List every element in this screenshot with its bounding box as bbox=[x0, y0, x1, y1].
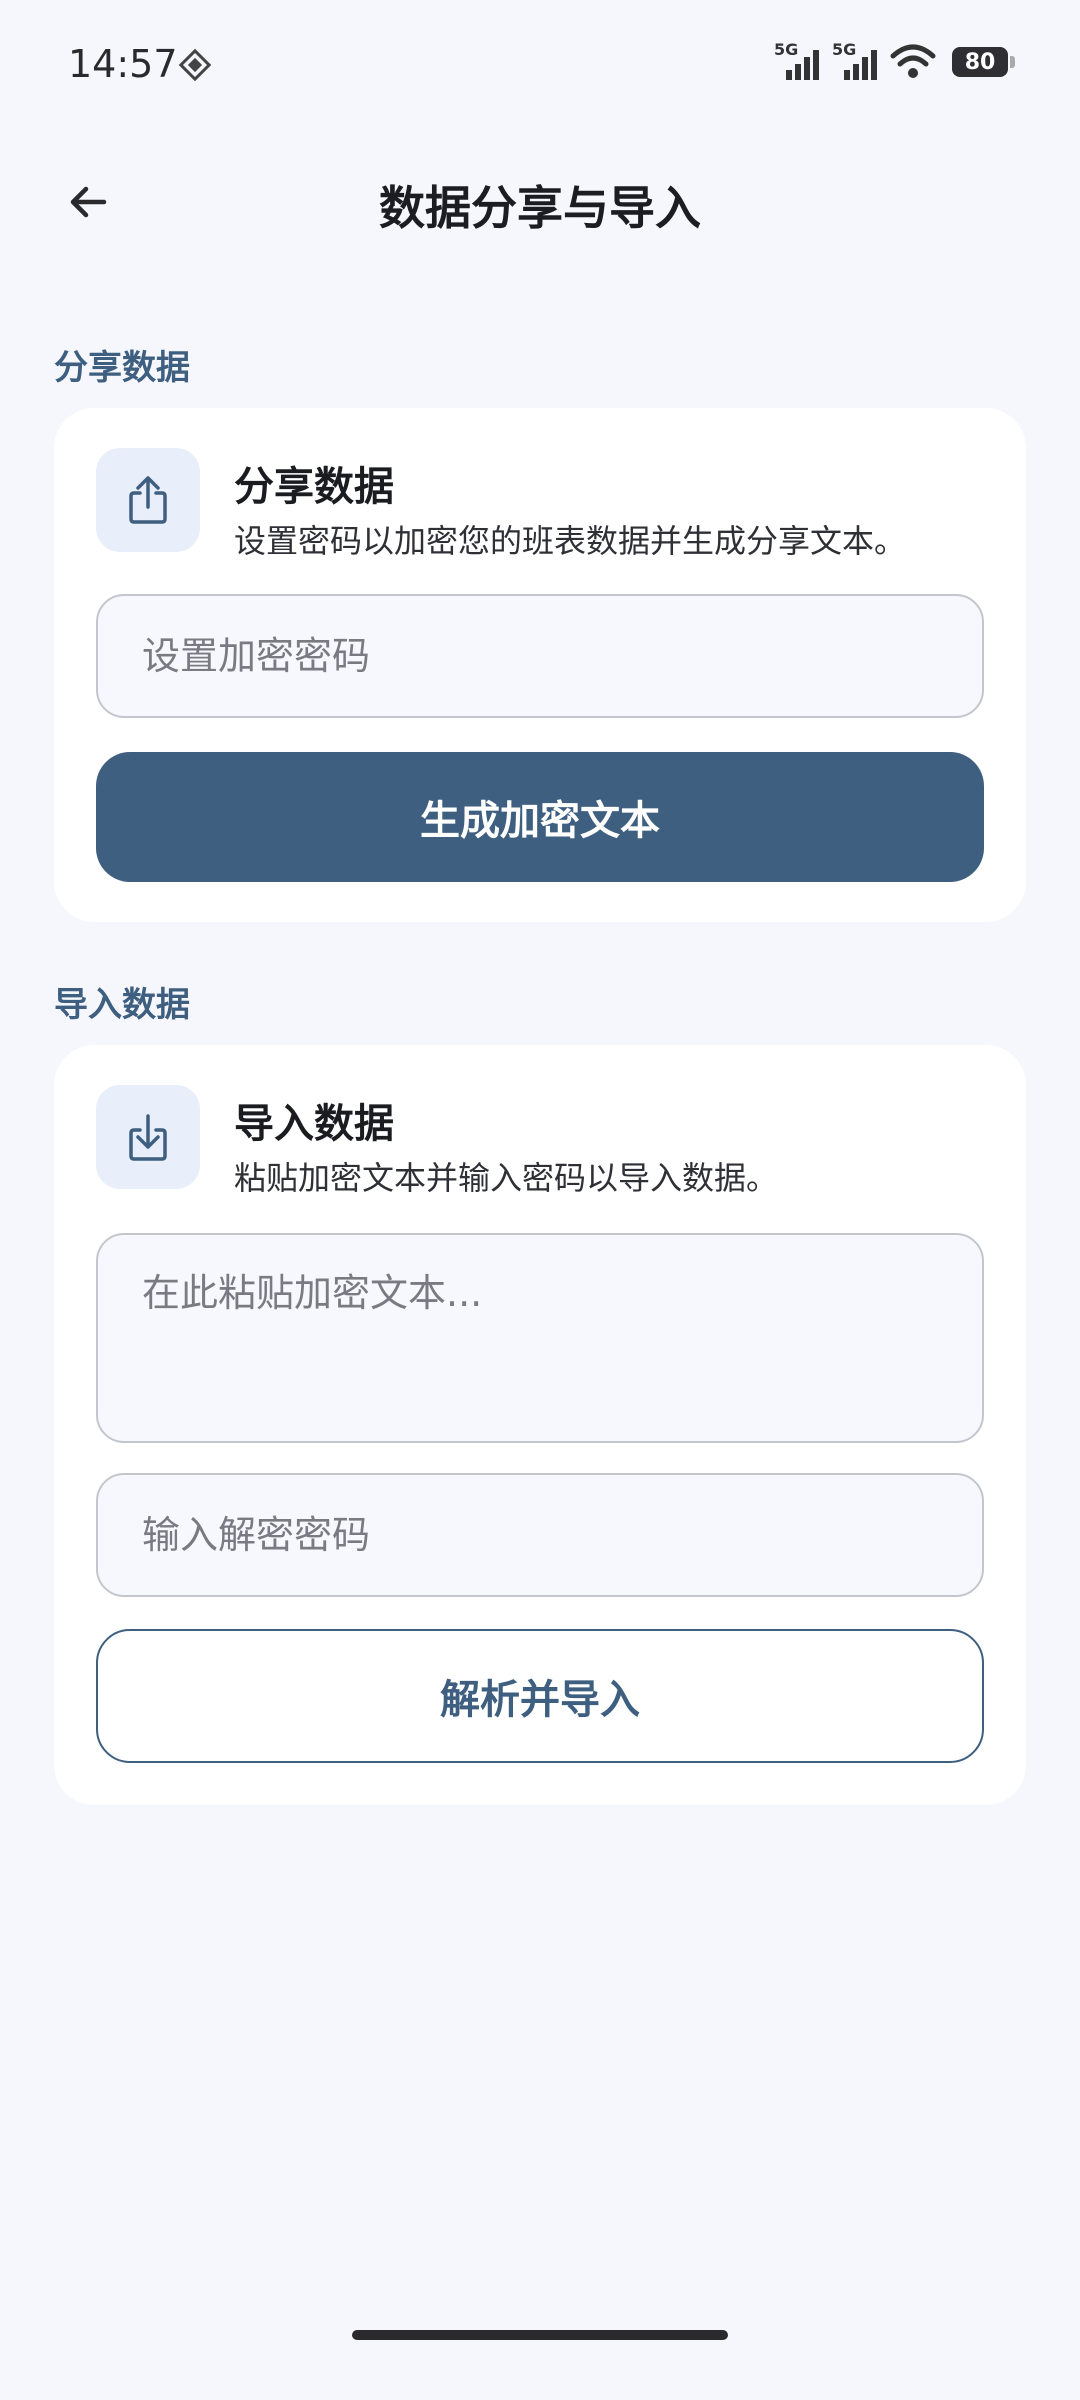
import-icon-container bbox=[96, 1085, 200, 1189]
cellular-signal-icon: 5G bbox=[832, 40, 880, 82]
section-label-share: 分享数据 bbox=[54, 348, 190, 388]
import-card-description: 粘贴加密文本并输入密码以导入数据。 bbox=[234, 1159, 779, 1197]
import-card-title: 导入数据 bbox=[234, 1101, 394, 1147]
generate-encrypted-text-button[interactable]: 生成加密文本 bbox=[96, 752, 984, 882]
share-card: 分享数据 设置密码以加密您的班表数据并生成分享文本。 设置加密密码 生成加密文本 bbox=[54, 408, 1026, 922]
wifi-icon bbox=[890, 44, 936, 78]
share-icon bbox=[129, 476, 167, 524]
import-card: 导入数据 粘贴加密文本并输入密码以导入数据。 在此粘贴加密文本... 输入解密密… bbox=[54, 1045, 1026, 1805]
page-title: 数据分享与导入 bbox=[379, 181, 701, 235]
cellular-signal-icon: 5G bbox=[774, 40, 822, 82]
section-label-import: 导入数据 bbox=[54, 985, 190, 1025]
status-bar: 14:57 5G 5G 80 bbox=[0, 0, 1080, 130]
home-indicator[interactable] bbox=[352, 2330, 728, 2340]
vpn-icon bbox=[178, 48, 212, 82]
share-icon-container bbox=[96, 448, 200, 552]
encrypt-password-input[interactable]: 设置加密密码 bbox=[96, 594, 984, 718]
battery-icon: 80 bbox=[952, 47, 1015, 77]
decrypt-password-input[interactable]: 输入解密密码 bbox=[96, 1473, 984, 1597]
encrypted-text-input[interactable]: 在此粘贴加密文本... bbox=[96, 1233, 984, 1443]
parse-and-import-button[interactable]: 解析并导入 bbox=[96, 1629, 984, 1763]
status-time: 14:57 bbox=[68, 42, 178, 86]
share-card-description: 设置密码以加密您的班表数据并生成分享文本。 bbox=[234, 522, 907, 560]
download-icon bbox=[129, 1114, 167, 1161]
share-card-title: 分享数据 bbox=[234, 464, 394, 510]
